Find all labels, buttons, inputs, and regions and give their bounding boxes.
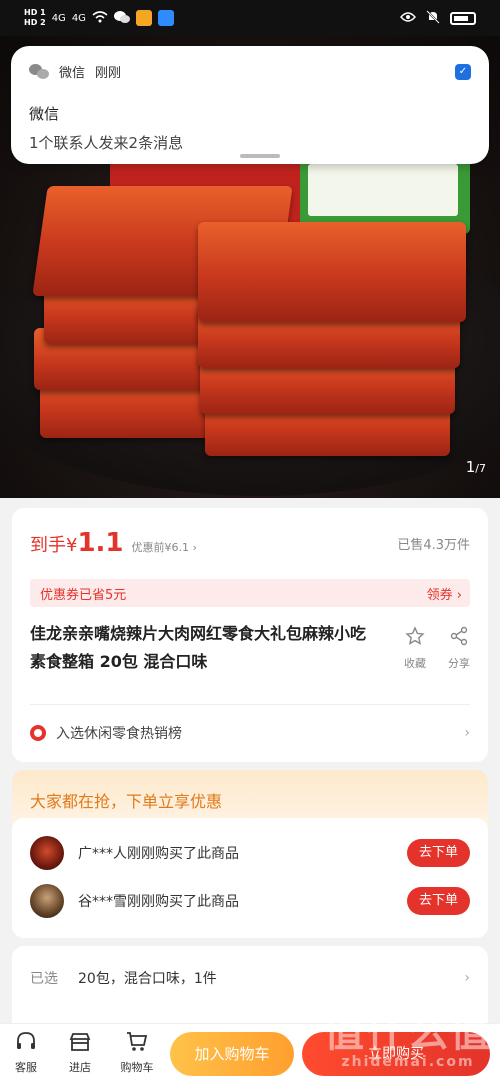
image-pager: 1/7	[466, 458, 486, 476]
chevron-right-icon: ›	[464, 725, 470, 741]
pager-current: 1	[465, 458, 476, 476]
verified-shield-icon: ✓	[455, 63, 471, 80]
buyer-text: 广***人刚刚购买了此商品	[78, 846, 239, 862]
go-order-button[interactable]: 去下单	[406, 839, 470, 867]
sim-indicators: HD 1 HD 2	[24, 8, 46, 28]
promo-header: 大家都在抢，下单立享优惠	[30, 792, 223, 811]
share-label: 分享	[448, 657, 470, 670]
pager-total: /7	[475, 462, 486, 475]
spec-card[interactable]: 已选 20包，混合口味，1件 ›	[12, 946, 488, 1026]
selected-spec-row[interactable]: 已选 20包，混合口味，1件 ›	[30, 968, 470, 988]
product-title: 佳龙亲亲嘴烧辣片大肉网红零食大礼包麻辣小吃素食整箱 20包 混合口味	[30, 624, 367, 671]
cart-label: 购物车	[120, 1061, 154, 1074]
favorite-button[interactable]: 收藏	[404, 626, 426, 671]
sim1-label: HD 1	[24, 8, 46, 17]
customer-service-button[interactable]: 客服	[6, 1030, 46, 1075]
coupon-text: 优惠券已省5元	[40, 587, 127, 603]
favorite-label: 收藏	[404, 657, 426, 670]
price-row: 到手 ¥ 1.1 优惠前¥6.1 ›	[30, 528, 197, 558]
recent-buyers-list: 广***人刚刚购买了此商品 去下单 谷***雪刚刚购买了此商品 去下单	[12, 818, 488, 938]
list-item: 广***人刚刚购买了此商品 去下单	[30, 836, 470, 870]
notification-body: 1个联系人发来2条消息	[29, 134, 184, 152]
spec-value: 20包，混合口味，1件	[78, 971, 217, 987]
bottom-action-bar: 客服 进店 购物车 加入购物车 立即购买	[0, 1023, 500, 1083]
network-1-label: 4G	[51, 12, 66, 24]
ranking-text: 入选休闲零食热销榜	[56, 726, 182, 742]
wifi-icon	[92, 10, 108, 26]
sold-count: 已售4.3万件	[397, 538, 470, 553]
star-icon	[405, 626, 425, 649]
notification-app-name: 微信	[59, 66, 86, 81]
shop-label: 进店	[69, 1061, 91, 1074]
wechat-icon	[29, 63, 49, 80]
store-icon	[68, 1030, 92, 1057]
status-bar: HD 1 HD 2 4G 4G	[0, 0, 500, 36]
price-label: 到手	[30, 535, 66, 556]
sim2-label: HD 2	[24, 18, 46, 27]
product-actions: 收藏 分享	[404, 626, 470, 671]
chevron-right-icon: ›	[464, 970, 470, 986]
share-button[interactable]: 分享	[448, 626, 470, 671]
buy-now-button[interactable]: 立即购买	[302, 1032, 490, 1076]
notification-title: 微信	[29, 105, 60, 123]
list-item: 谷***雪刚刚购买了此商品 去下单	[30, 884, 470, 918]
wechat-status-icon	[113, 10, 130, 27]
promo-card: 大家都在抢，下单立享优惠 广***人刚刚购买了此商品 去下单 谷***雪刚刚购买…	[12, 770, 488, 938]
mute-bell-icon	[426, 9, 440, 27]
app-notification-icon-2	[157, 10, 174, 26]
wechat-notification[interactable]: 微信 刚刚 ✓ 微信 1个联系人发来2条消息	[11, 46, 489, 164]
notification-time: 刚刚	[95, 66, 122, 81]
cart-button[interactable]: 购物车	[117, 1030, 157, 1075]
avatar	[30, 884, 64, 918]
price-currency: ¥	[66, 535, 78, 556]
share-icon	[449, 626, 469, 649]
headset-icon	[14, 1030, 38, 1057]
avatar	[30, 836, 64, 870]
original-price-link[interactable]: 优惠前¥6.1 ›	[132, 539, 197, 555]
spec-label: 已选	[30, 971, 58, 987]
cart-icon	[125, 1030, 149, 1057]
coupon-bar[interactable]: 优惠券已省5元 领券 ›	[30, 579, 470, 607]
notification-drag-handle[interactable]	[240, 154, 280, 158]
customer-service-label: 客服	[15, 1061, 37, 1074]
network-2-label: 4G	[71, 12, 86, 24]
medal-icon	[30, 725, 46, 741]
product-info-card: 到手 ¥ 1.1 优惠前¥6.1 › 已售4.3万件 优惠券已省5元 领券 › …	[12, 508, 488, 762]
hot-ranking-row[interactable]: 入选休闲零食热销榜 ›	[30, 704, 470, 743]
buyer-text: 谷***雪刚刚购买了此商品	[78, 894, 239, 910]
price-value: 1.1	[77, 528, 124, 558]
add-to-cart-button[interactable]: 加入购物车	[170, 1032, 294, 1076]
eye-icon	[400, 11, 416, 25]
shop-button[interactable]: 进店	[60, 1030, 100, 1075]
app-notification-icon	[135, 10, 152, 26]
go-order-button[interactable]: 去下单	[406, 887, 470, 915]
battery-icon	[450, 11, 476, 25]
claim-coupon-button[interactable]: 领券 ›	[427, 584, 462, 603]
